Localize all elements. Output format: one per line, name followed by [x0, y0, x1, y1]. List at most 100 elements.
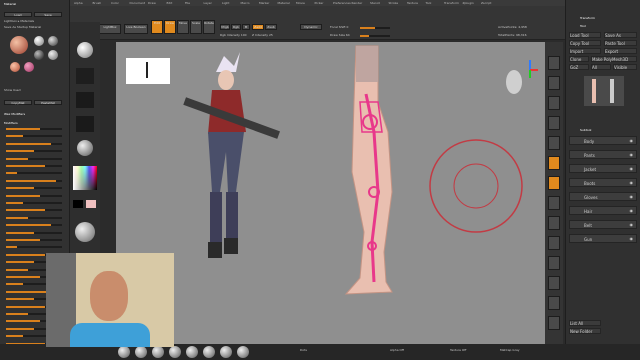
menu-item[interactable]: Draw	[148, 1, 156, 5]
show-used-label[interactable]: Show Used	[4, 88, 21, 92]
menu-item[interactable]: Preferences	[333, 1, 351, 5]
brush-icon[interactable]	[118, 346, 130, 358]
subtool-item[interactable]: Boots ◉	[569, 178, 637, 187]
secondary-color-swatch[interactable]	[86, 200, 96, 208]
subtool-item[interactable]: Jacket ◉	[569, 164, 637, 173]
modifier-slider[interactable]	[6, 246, 62, 249]
texture-off-label[interactable]: Texture Off	[450, 348, 466, 352]
menu-item[interactable]: Marker	[259, 1, 269, 5]
tool-thumbnails[interactable]	[584, 76, 624, 106]
save-as-startup-label[interactable]: Save As Startup Material	[4, 25, 41, 29]
view-tool-icon[interactable]	[548, 56, 560, 70]
brush-icon[interactable]	[169, 346, 181, 358]
view-tool-icon[interactable]	[548, 176, 560, 190]
menu-item[interactable]: Picker	[315, 1, 324, 5]
menu-item[interactable]: Edit	[167, 1, 173, 5]
lightbox-materials-label[interactable]: Lightbox ▸ Materials	[4, 19, 34, 23]
brush-icon[interactable]	[135, 346, 147, 358]
menu-item[interactable]: Transform	[444, 1, 459, 5]
menu-item[interactable]: Render	[352, 1, 363, 5]
pastemat-button[interactable]: PasteMat	[34, 100, 62, 105]
view-tool-icon[interactable]	[548, 196, 560, 210]
scale-button[interactable]: Scale	[190, 20, 202, 34]
live-boolean-button[interactable]: Live Boolean	[124, 24, 148, 34]
view-tool-icon[interactable]	[548, 256, 560, 270]
focal-shift-slider[interactable]	[360, 27, 390, 29]
subtool-item[interactable]: Gun ◉	[569, 234, 637, 243]
view-tool-icon[interactable]	[548, 136, 560, 150]
menu-item[interactable]: Material	[278, 1, 290, 5]
menu-item[interactable]: Color	[111, 1, 119, 5]
sculpt-mesh[interactable]	[344, 45, 393, 295]
load-tool-button[interactable]: Load Tool	[569, 32, 601, 38]
rgb-button[interactable]: Rgb	[231, 24, 241, 30]
menu-item[interactable]: File	[185, 1, 190, 5]
modifier-slider[interactable]	[6, 202, 62, 204]
canvas-viewport[interactable]	[116, 42, 562, 344]
copy-tool-button[interactable]: Copy Tool	[569, 40, 601, 46]
color-picker[interactable]	[73, 166, 97, 190]
modifier-slider[interactable]	[6, 135, 62, 138]
subtool-item[interactable]: Belt ◉	[569, 220, 637, 229]
list-all-button[interactable]: List All	[569, 320, 601, 326]
modifier-slider[interactable]	[6, 150, 62, 153]
brush-icon[interactable]	[220, 346, 232, 358]
eye-icon[interactable]: ◉	[630, 152, 634, 157]
view-tool-icon[interactable]	[548, 96, 560, 110]
material-swatch-icon[interactable]	[34, 50, 44, 60]
eye-icon[interactable]: ◉	[630, 180, 634, 185]
draw-button[interactable]: Draw	[164, 20, 176, 34]
save-material-button[interactable]: Save	[34, 12, 62, 17]
modifier-slider[interactable]	[6, 216, 62, 219]
texture-off-icon[interactable]	[76, 116, 94, 132]
modifier-slider[interactable]	[6, 194, 62, 197]
edit-button[interactable]: Edit	[151, 20, 163, 34]
menu-item[interactable]: Document	[130, 1, 146, 5]
visible-button[interactable]: Visible	[613, 64, 637, 70]
zsub-button[interactable]: Zsub	[265, 24, 277, 30]
mrgb-button[interactable]: Mrgb	[220, 24, 230, 30]
view-tool-icon[interactable]	[548, 116, 560, 130]
brush-icon[interactable]	[152, 346, 164, 358]
menu-item[interactable]: Alpha	[74, 1, 83, 5]
matcap-material-icon[interactable]	[77, 140, 93, 156]
tool-title[interactable]: Tool	[580, 24, 586, 28]
eye-icon[interactable]: ◉	[630, 208, 634, 213]
modifier-slider[interactable]	[6, 157, 62, 160]
view-tool-icon[interactable]	[548, 296, 560, 310]
subtool-item[interactable]: Body ◉	[569, 136, 637, 145]
material-swatch-icon[interactable]	[48, 50, 58, 60]
menu-item[interactable]: Macro	[241, 1, 250, 5]
orientation-gizmo[interactable]	[506, 60, 538, 94]
brush-icon[interactable]	[186, 346, 198, 358]
modifier-slider[interactable]	[6, 187, 62, 190]
subtool-title[interactable]: Subtool	[580, 128, 591, 132]
view-tool-icon[interactable]	[548, 316, 560, 330]
clone-button[interactable]: Clone	[569, 56, 589, 62]
subtool-item[interactable]: Pants ◉	[569, 150, 637, 159]
menu-item[interactable]: Light	[222, 1, 230, 5]
wax-modifiers-label[interactable]: Wax Modifiers	[4, 112, 25, 116]
menu-item[interactable]: Zplugin	[463, 1, 474, 5]
zadd-button[interactable]: Zadd	[252, 24, 264, 30]
subtool-item[interactable]: Hair ◉	[569, 206, 637, 215]
menu-item[interactable]: Stroke	[389, 1, 399, 5]
stroke-dots-icon[interactable]	[76, 68, 94, 84]
all-button[interactable]: All	[591, 64, 611, 70]
new-folder-button[interactable]: New Folder	[569, 328, 601, 334]
material-swatch-icon[interactable]	[48, 36, 58, 46]
lightbox-button[interactable]: LightBox	[99, 24, 121, 34]
view-tool-icon[interactable]	[548, 156, 560, 170]
move-button[interactable]: Move	[177, 20, 189, 34]
dots-label[interactable]: Dots	[300, 348, 307, 352]
modifier-slider[interactable]	[6, 231, 62, 234]
menu-item[interactable]: Texture	[407, 1, 418, 5]
matcap-label[interactable]: MatCap Gray	[500, 348, 520, 352]
modifier-slider[interactable]	[6, 239, 62, 241]
m-button[interactable]: M	[242, 24, 250, 30]
menu-item[interactable]: Movie	[296, 1, 305, 5]
material-swatch-icon[interactable]	[24, 62, 34, 72]
draw-size-slider[interactable]	[360, 35, 390, 37]
standard-brush-icon[interactable]	[77, 42, 93, 58]
load-material-button[interactable]: Load	[4, 12, 32, 17]
